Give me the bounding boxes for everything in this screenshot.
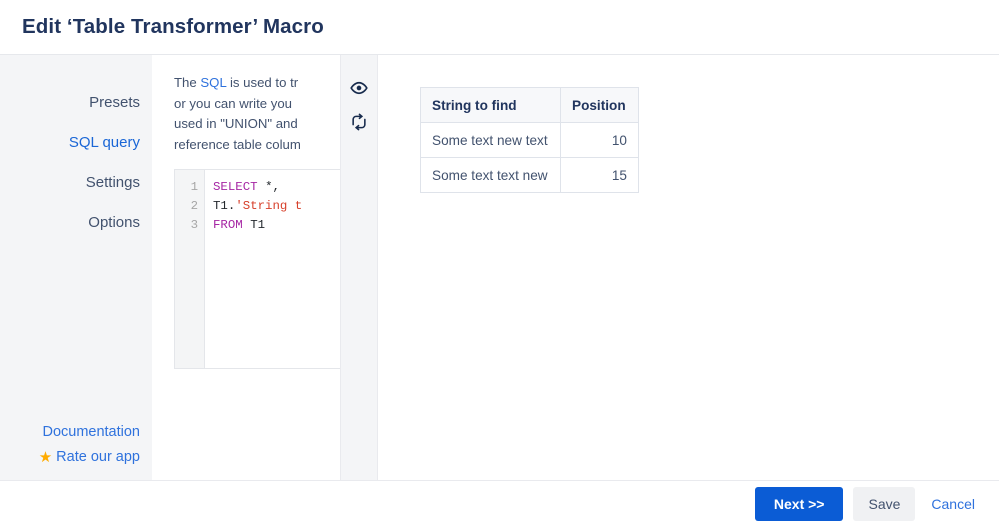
- sidebar-footer: Documentation ★ Rate our app: [0, 420, 152, 480]
- rate-our-app-label: Rate our app: [56, 449, 140, 465]
- result-preview-pane: String to find Position Some text new te…: [378, 55, 999, 480]
- sql-inline-link[interactable]: SQL: [200, 75, 226, 90]
- rate-our-app-link[interactable]: ★ Rate our app: [0, 445, 140, 470]
- table-row: Some text new text 10: [420, 122, 639, 158]
- cell-position: 15: [560, 157, 639, 193]
- code-token: *,: [265, 180, 280, 194]
- description-line-1-post: is used to tr: [226, 75, 299, 90]
- preview-eye-icon[interactable]: [349, 78, 369, 98]
- code-line: SELECT *,: [213, 178, 302, 197]
- code-token: T1.: [213, 199, 236, 213]
- description-line-1: The SQL is used to tr: [174, 73, 340, 94]
- description-line-2: or you can write you: [174, 95, 293, 111]
- cell-position: 10: [560, 122, 639, 158]
- sidebar: Presets SQL query Settings Options Docum…: [0, 55, 157, 480]
- description-line-4: reference table colum: [174, 136, 301, 152]
- line-number: 3: [190, 218, 198, 232]
- dialog-header: Edit ‘Table Transformer’ Macro: [0, 0, 999, 55]
- description-line-1-pre: The: [174, 75, 201, 90]
- sql-code-editor[interactable]: 1 2 3 SELECT *, T1.'String t FROM T1: [174, 169, 340, 369]
- column-header-string-to-find: String to find: [420, 87, 561, 123]
- sidebar-item-settings[interactable]: Settings: [0, 163, 152, 203]
- line-number: 1: [190, 180, 198, 194]
- table-row: Some text text new 15: [420, 157, 639, 193]
- star-icon: ★: [38, 449, 53, 466]
- save-button[interactable]: Save: [853, 487, 916, 521]
- table-header-row: String to find Position: [420, 87, 639, 123]
- line-number: 2: [190, 199, 198, 213]
- sidebar-item-options[interactable]: Options: [0, 203, 152, 243]
- editor-code-area[interactable]: SELECT *, T1.'String t FROM T1: [205, 170, 302, 368]
- sidebar-item-sql-query[interactable]: SQL query: [0, 123, 157, 163]
- sql-query-config-pane: The SQL is used to tr or you can write y…: [152, 55, 340, 480]
- dialog-body: Presets SQL query Settings Options Docum…: [0, 55, 999, 481]
- code-token: 'String t: [235, 199, 303, 213]
- code-token: FROM: [213, 218, 243, 232]
- code-line: T1.'String t: [213, 197, 302, 216]
- cell-string-to-find: Some text new text: [420, 122, 561, 158]
- column-header-position: Position: [560, 87, 639, 123]
- editor-line-number-gutter: 1 2 3: [175, 170, 205, 368]
- refresh-swap-icon[interactable]: [349, 112, 369, 132]
- cancel-button[interactable]: Cancel: [925, 487, 981, 521]
- result-table: String to find Position Some text new te…: [420, 87, 639, 193]
- page-title: Edit ‘Table Transformer’ Macro: [22, 15, 324, 38]
- documentation-link[interactable]: Documentation: [0, 420, 140, 445]
- dialog-footer: Next >> Save Cancel: [0, 481, 999, 527]
- next-button[interactable]: Next >>: [754, 487, 844, 521]
- cell-string-to-find: Some text text new: [420, 157, 561, 193]
- code-token: T1: [250, 218, 266, 232]
- preview-icon-rail: [340, 55, 378, 480]
- sidebar-item-presets[interactable]: Presets: [0, 83, 152, 123]
- sql-description-text: The SQL is used to tr or you can write y…: [174, 73, 340, 155]
- code-token: SELECT: [213, 180, 258, 194]
- description-line-3: used in "UNION" and: [174, 116, 298, 131]
- code-line: FROM T1: [213, 216, 302, 235]
